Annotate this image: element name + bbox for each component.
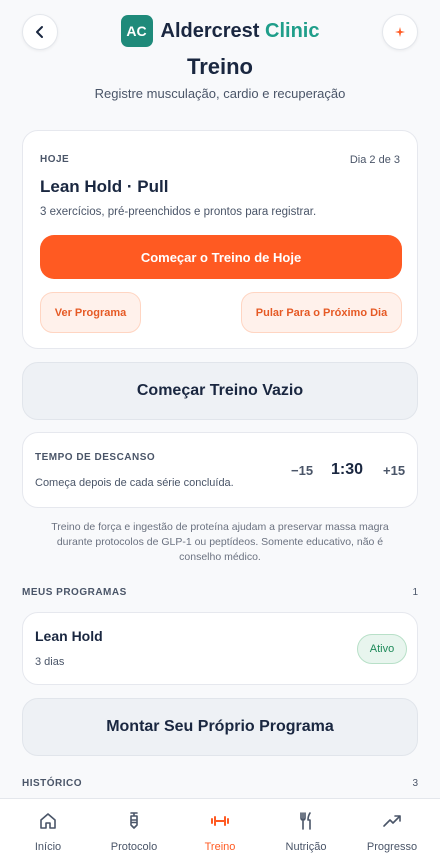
status-badge: Ativo (357, 634, 407, 664)
nav-item-progress[interactable]: Progresso (348, 799, 436, 868)
trend-up-icon (383, 815, 401, 827)
nav-label-progress: Progresso (366, 841, 418, 853)
rest-timer-card: TEMPO DE DESCANSO Começa depois de cada … (22, 432, 418, 508)
nav-item-workout[interactable]: Treino (176, 799, 264, 868)
program-name: Lean Hold (35, 628, 103, 644)
nav-item-home[interactable]: Início (4, 799, 92, 868)
rest-time-value: 1:30 (331, 461, 364, 478)
view-program-button[interactable]: Ver Programa (40, 292, 141, 333)
brand: AC Aldercrest Clinic (0, 15, 440, 47)
rest-increase-button[interactable]: +15 (383, 463, 405, 478)
nav-item-nutrition[interactable]: Nutrição (262, 799, 350, 868)
syringe-icon (130, 812, 138, 829)
fork-knife-icon (300, 812, 311, 830)
workout-description: 3 exercícios, pré-preenchidos e prontos … (40, 206, 317, 218)
start-empty-workout-button[interactable]: Começar Treino Vazio (22, 362, 418, 420)
sparkle-icon (395, 27, 405, 37)
page-subtitle: Registre musculação, cardio e recuperaçã… (94, 86, 346, 101)
nav-label-home: Início (34, 841, 62, 853)
clinic-logo: AC (120, 15, 153, 47)
rest-label: TEMPO DE DESCANSO (35, 452, 156, 463)
history-section-title: HISTÓRICO (22, 778, 83, 789)
today-label: HOJE (40, 154, 70, 165)
workout-name: Lean Hold · Pull (40, 177, 169, 196)
start-today-workout-button[interactable]: Começar o Treino de Hoje (40, 235, 402, 279)
nav-label-nutrition: Nutrição (285, 841, 327, 853)
programs-section-title: MEUS PROGRAMAS (22, 587, 127, 598)
brand-accent: Clinic (265, 19, 320, 42)
brand-primary: Aldercrest (160, 19, 260, 42)
program-days: 3 dias (35, 656, 65, 668)
programs-count: 1 (412, 587, 418, 598)
nav-label-workout: Treino (204, 841, 236, 853)
nav-label-protocol: Protocolo (110, 841, 158, 853)
page-title: Treino (186, 54, 253, 79)
program-card[interactable]: Lean Hold 3 dias Ativo (22, 612, 418, 685)
rest-decrease-button[interactable]: −15 (291, 463, 313, 478)
assistant-button[interactable] (382, 14, 418, 50)
rest-description: Começa depois de cada série concluída. (35, 477, 234, 489)
build-program-button[interactable]: Montar Seu Próprio Programa (22, 698, 418, 756)
history-count: 3 (412, 778, 418, 789)
dumbbell-icon (211, 816, 229, 826)
skip-to-next-day-button[interactable]: Pular Para o Próximo Dia (241, 292, 402, 333)
today-workout-card: HOJE Dia 2 de 3 Lean Hold · Pull 3 exerc… (22, 130, 418, 349)
day-progress: Dia 2 de 3 (349, 154, 400, 166)
nav-item-protocol[interactable]: Protocolo (90, 799, 178, 868)
brand-name: Aldercrest Clinic (161, 20, 320, 43)
home-icon (40, 813, 56, 829)
disclaimer-text: Treino de força e ingestão de proteína a… (51, 521, 389, 563)
bottom-nav: Início Protocolo Treino Nutrição Progres… (0, 798, 440, 868)
